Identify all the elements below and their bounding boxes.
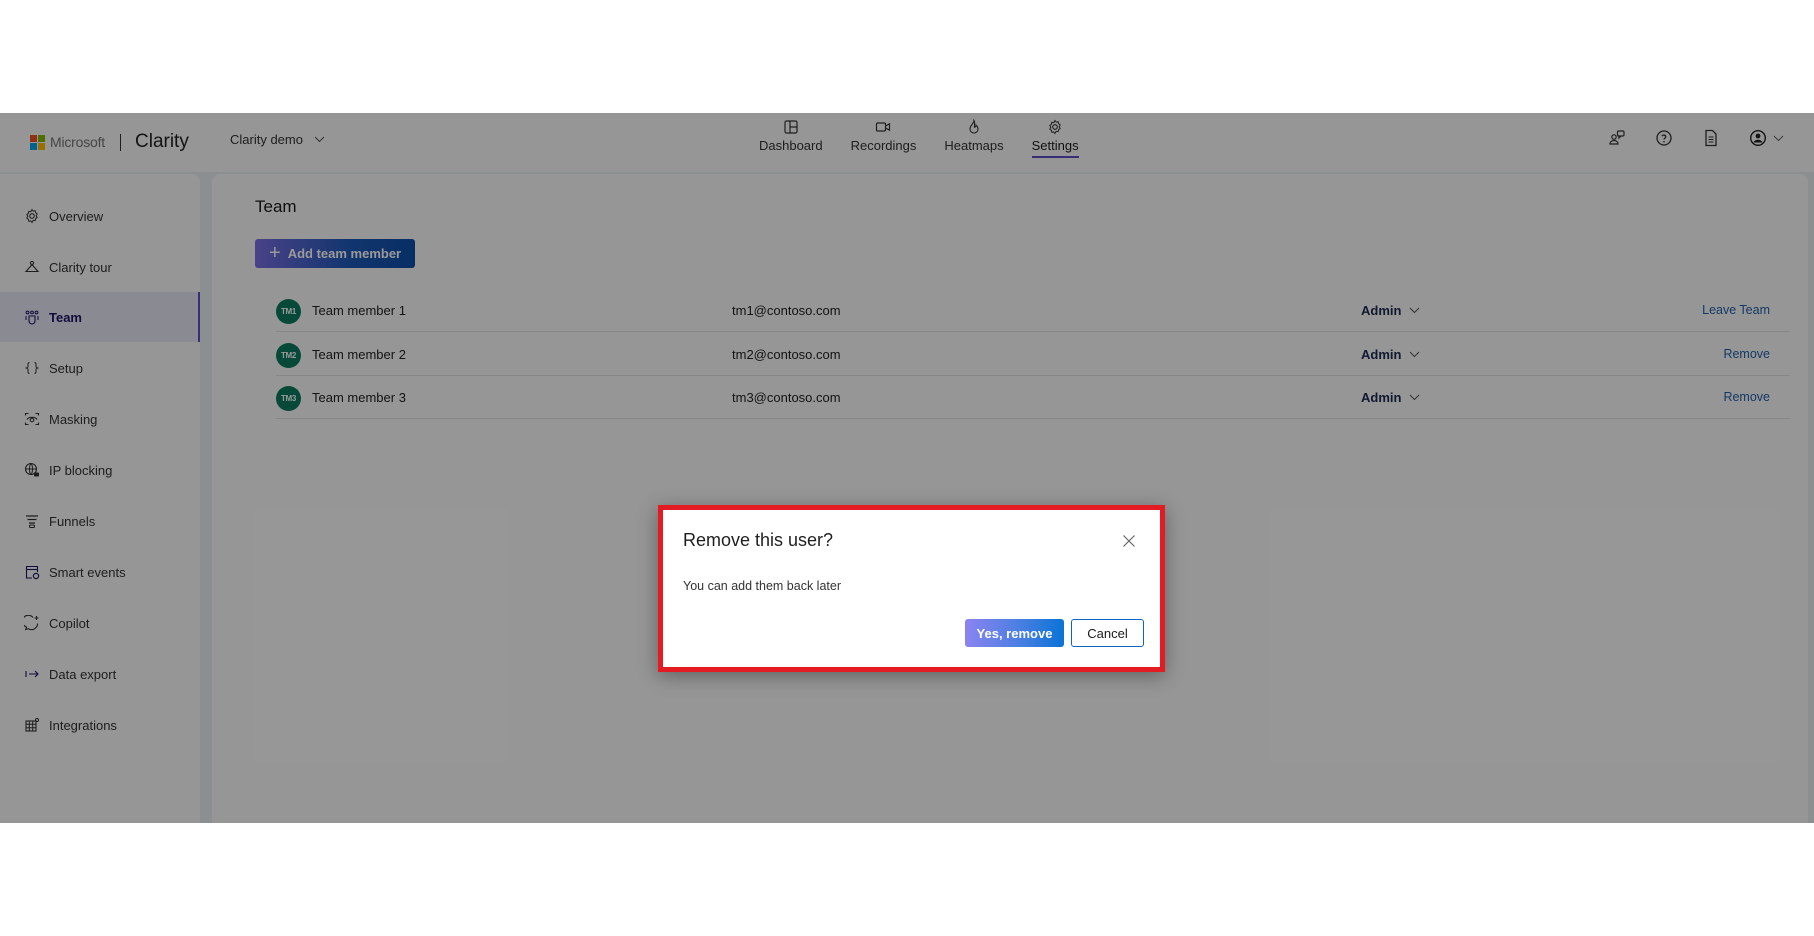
dialog-title: Remove this user? [683,530,834,550]
confirm-remove-button[interactable]: Yes, remove [965,619,1064,647]
cancel-button[interactable]: Cancel [1071,619,1144,647]
app-window: Microsoft Clarity Clarity demo Dashboard… [0,113,1814,823]
close-icon[interactable] [1122,534,1136,548]
dialog-message: You can add them back later [683,579,841,593]
remove-user-dialog: Remove this user? You can add them back … [658,505,1165,672]
modal-overlay[interactable] [0,113,1814,823]
